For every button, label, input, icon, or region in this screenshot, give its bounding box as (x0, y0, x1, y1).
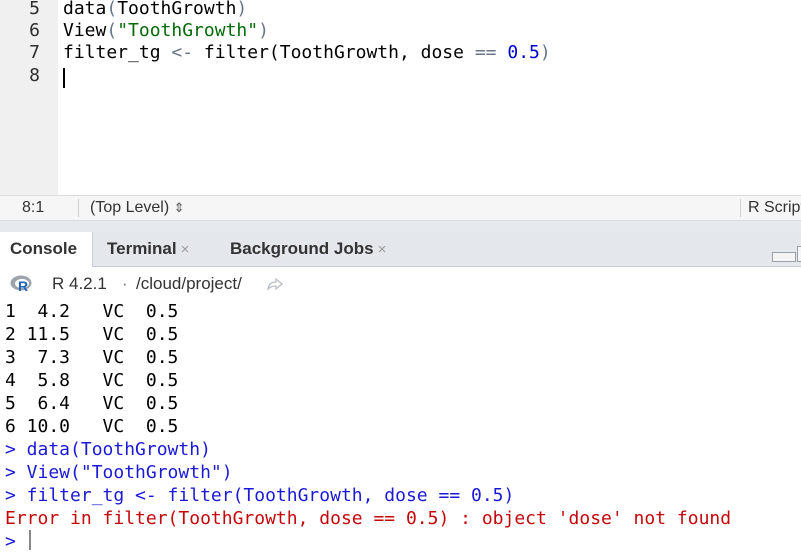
tab-label: Background Jobs (230, 239, 374, 258)
code-argument: ToothGrowth (117, 0, 237, 19)
console-tab-bar: Console Terminal × Background Jobs × (0, 232, 801, 267)
console-output[interactable]: 1 4.2 VC 0.5 2 11.5 VC 0.5 3 7.3 VC 0.5 … (0, 300, 801, 556)
status-divider (740, 199, 741, 217)
code-call: filter(ToothGrowth, dose (193, 42, 475, 63)
scope-label: (Top Level) (90, 199, 170, 216)
status-divider (78, 199, 79, 217)
code-paren: ) (539, 42, 551, 63)
scope-dropdown[interactable]: (Top Level) ⇕ (90, 199, 185, 217)
tab-terminal[interactable]: Terminal × (107, 232, 189, 266)
code-line[interactable]: filter_tg <- filter(ToothGrowth, dose ==… (63, 42, 551, 64)
code-line[interactable]: data(ToothGrowth) (63, 0, 247, 20)
go-to-directory-icon[interactable] (266, 276, 284, 292)
console-header: R R 4.2.1 · /cloud/project/ (0, 267, 801, 300)
code-paren: ) (258, 20, 269, 41)
code-equals-operator: == (474, 42, 497, 63)
output-row: 6 10.0 VC 0.5 (5, 416, 179, 437)
code-number: 0.5 (507, 42, 540, 63)
close-icon[interactable]: × (378, 241, 387, 258)
file-type-selector[interactable]: R Script (748, 199, 801, 217)
error-message: Error in filter(ToothGrowth, dose == 0.5… (5, 508, 732, 529)
editor-status-bar: 8:1 (Top Level) ⇕ R Script (0, 195, 801, 221)
svg-text:R: R (18, 278, 28, 294)
code-paren: ) (236, 0, 248, 19)
tab-console[interactable]: Console (0, 232, 93, 267)
maximize-pane-icon[interactable] (797, 246, 801, 262)
line-number: 6 (29, 20, 40, 41)
output-row: 3 7.3 VC 0.5 (5, 347, 179, 368)
console-caret (29, 530, 31, 550)
r-version: R 4.2.1 (52, 274, 107, 293)
tab-label: Terminal (107, 239, 177, 258)
command-echo: > filter_tg <- filter(ToothGrowth, dose … (5, 485, 515, 506)
code-assign-operator: <- (171, 42, 194, 63)
cursor-position: 8:1 (22, 199, 45, 216)
header-separator: · (122, 274, 128, 293)
output-row: 2 11.5 VC 0.5 (5, 324, 179, 345)
close-icon[interactable]: × (181, 241, 190, 258)
code-paren: ( (106, 20, 118, 41)
code-function: View (63, 20, 107, 41)
line-number: 8 (29, 65, 40, 86)
tab-background-jobs[interactable]: Background Jobs × (230, 232, 386, 266)
line-number: 5 (29, 0, 40, 19)
pane-splitter[interactable] (0, 221, 801, 232)
command-echo: > data(ToothGrowth) (5, 439, 211, 460)
code-paren: ( (106, 0, 118, 19)
r-logo-icon: R (10, 275, 32, 294)
output-row: 5 6.4 VC 0.5 (5, 393, 179, 414)
text-cursor (63, 68, 65, 88)
code-function: data (63, 0, 107, 19)
line-number-gutter: 5 6 7 8 (0, 0, 58, 195)
command-echo: > View("ToothGrowth") (5, 462, 233, 483)
working-directory: /cloud/project/ (136, 274, 242, 293)
tab-label: Console (10, 239, 78, 258)
source-editor[interactable]: 5 6 7 8 data(ToothGrowth) View("ToothGro… (0, 0, 801, 195)
code-line[interactable]: View("ToothGrowth") (63, 20, 269, 42)
output-row: 1 4.2 VC 0.5 (5, 301, 179, 322)
code-string: "ToothGrowth" (117, 20, 259, 41)
code-variable: filter_tg (63, 42, 172, 63)
line-number: 7 (29, 42, 40, 63)
output-row: 4 5.8 VC 0.5 (5, 370, 179, 391)
console-prompt[interactable]: > (5, 530, 16, 553)
updown-arrows-icon: ⇕ (173, 200, 185, 215)
minimize-pane-icon[interactable] (772, 252, 796, 262)
